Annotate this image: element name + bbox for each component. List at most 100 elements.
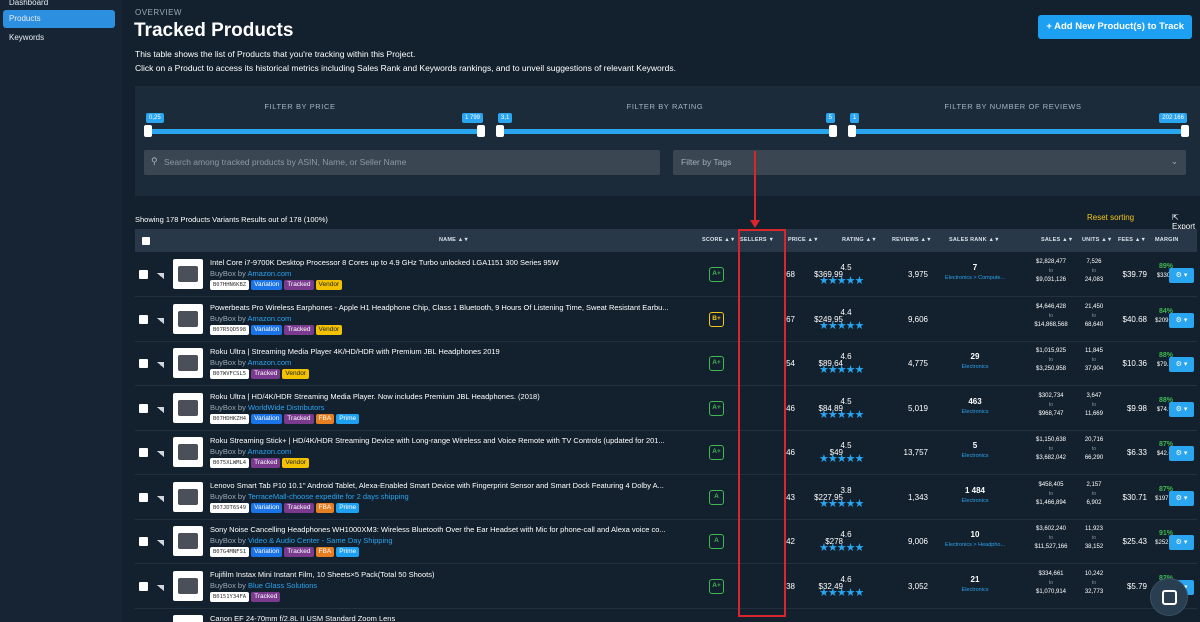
product-name[interactable]: Powerbeats Pro Wireless Earphones - Appl…	[210, 303, 695, 312]
table-row[interactable]: Roku Ultra | Streaming Media Player 4K/H…	[135, 342, 1197, 386]
product-name[interactable]: Roku Streaming Stick+ | HD/4K/HDR Stream…	[210, 436, 695, 445]
table-row[interactable]: Fujifilm Instax Mini Instant Film, 10 Sh…	[135, 564, 1197, 609]
row-checkbox[interactable]	[139, 581, 148, 591]
row-checkbox[interactable]	[139, 403, 148, 413]
chat-button[interactable]	[1150, 578, 1188, 616]
rank-category[interactable]: Electronics > Headpho...	[935, 542, 1015, 548]
table-row[interactable]: Intel Core i7-9700K Desktop Processor 8 …	[135, 253, 1197, 297]
seller-link[interactable]: WorldWide Distributors	[248, 403, 325, 412]
price-max-handle[interactable]	[477, 125, 485, 137]
seller-link[interactable]: Amazon.com	[248, 447, 292, 456]
table-row[interactable]: Roku Ultra | HD/4K/HDR Streaming Media P…	[135, 386, 1197, 431]
sales-range: $2,828,477 to $9,031,126	[1030, 258, 1072, 285]
row-settings-button[interactable]: ⚙ ▾	[1169, 357, 1194, 372]
col-name[interactable]: NAME ▲▼	[439, 237, 469, 243]
table-row[interactable]: Powerbeats Pro Wireless Earphones - Appl…	[135, 297, 1197, 342]
product-name[interactable]: Fujifilm Instax Mini Instant Film, 10 Sh…	[210, 570, 695, 579]
product-name[interactable]: Canon EF 24-70mm f/2.8L II USM Standard …	[210, 614, 695, 622]
rank-category[interactable]: Electronics	[935, 453, 1015, 459]
badge-vendor: Vendor	[315, 324, 343, 335]
product-thumbnail[interactable]	[173, 615, 203, 622]
sales-high: $3,682,042	[1035, 455, 1067, 461]
rating-slider[interactable]: 3,1 5	[496, 113, 837, 137]
reviews-max-handle[interactable]	[1181, 125, 1189, 137]
row-checkbox[interactable]	[139, 270, 148, 279]
row-checkbox[interactable]	[139, 537, 148, 546]
product-thumbnail[interactable]	[173, 570, 203, 601]
product-thumbnail[interactable]	[173, 437, 203, 467]
row-settings-button[interactable]: ⚙ ▾	[1169, 490, 1194, 506]
table-row[interactable]: Sony Noise Cancelling Headphones WH1000X…	[135, 520, 1197, 564]
rank-category[interactable]: Electronics	[935, 409, 1015, 415]
rank-category[interactable]: Electronics	[935, 364, 1015, 370]
badge-list: B07HDHKZH4 Variation Tracked FBA Prime	[210, 413, 360, 424]
sales-to: to	[1048, 312, 1054, 319]
badge-vendor: Vendor	[282, 458, 309, 468]
col-price[interactable]: PRICE ▲▼	[788, 237, 819, 243]
rank-category[interactable]: Electronics	[935, 498, 1015, 504]
row-checkbox[interactable]	[139, 492, 148, 502]
reviews-slider[interactable]: 1 202 166	[848, 113, 1189, 137]
product-name[interactable]: Lenovo Smart Tab P10 10.1" Android Table…	[210, 481, 695, 490]
rank-value: 7	[972, 263, 978, 272]
seller-link[interactable]: Amazon.com	[248, 358, 292, 367]
col-sales[interactable]: SALES ▲▼	[1041, 237, 1073, 243]
product-name[interactable]: Roku Ultra | HD/4K/HDR Streaming Media P…	[210, 392, 695, 401]
row-checkbox[interactable]	[139, 314, 148, 324]
col-sales-rank-label: SALES RANK	[949, 237, 987, 243]
price-min-handle[interactable]	[144, 125, 152, 137]
reviews-min-handle[interactable]	[848, 125, 856, 137]
add-product-button[interactable]: + Add New Product(s) to Track	[1038, 15, 1192, 39]
row-settings-button[interactable]: ⚙ ▾	[1169, 535, 1194, 550]
rank-category[interactable]: Electronics > Compute...	[935, 275, 1015, 281]
product-name[interactable]: Sony Noise Cancelling Headphones WH1000X…	[210, 525, 695, 534]
product-thumbnail[interactable]	[173, 392, 203, 423]
table-row[interactable]: Lenovo Smart Tab P10 10.1" Android Table…	[135, 475, 1197, 520]
table-row[interactable]: Roku Streaming Stick+ | HD/4K/HDR Stream…	[135, 431, 1197, 475]
product-thumbnail[interactable]	[173, 348, 203, 378]
select-all-checkbox[interactable]	[142, 237, 150, 245]
seller-link[interactable]: Amazon.com	[248, 314, 292, 323]
col-sales-rank[interactable]: SALES RANK ▲▼	[949, 237, 1000, 243]
search-input[interactable]: ⚲ Search among tracked products by ASIN,…	[144, 150, 660, 175]
col-fees[interactable]: FEES ▲▼	[1118, 237, 1146, 243]
seller-link[interactable]: TerraceMall-choose expedite for 2 days s…	[248, 492, 409, 501]
buybox-seller: BuyBox by Amazon.com	[210, 447, 291, 456]
sales-high: $14,868,568	[1034, 321, 1068, 328]
sales-range: $458,405 to $1,466,894	[1030, 481, 1072, 508]
col-units[interactable]: UNITS ▲▼	[1082, 237, 1113, 243]
row-settings-button[interactable]: ⚙ ▾	[1169, 312, 1194, 328]
row-settings-button[interactable]: ⚙ ▾	[1169, 446, 1194, 461]
buybox-label: BuyBox by	[210, 580, 246, 590]
seller-link[interactable]: Amazon.com	[248, 269, 292, 278]
rank-category[interactable]: Electronics	[935, 587, 1015, 593]
seller-link[interactable]: Blue Glass Solutions	[248, 581, 317, 590]
seller-link[interactable]: Video & Audio Center - Same Day Shipping	[248, 536, 393, 545]
col-margin[interactable]: MARGIN	[1155, 237, 1179, 243]
rating-min-handle[interactable]	[496, 125, 504, 137]
row-checkbox[interactable]	[139, 448, 148, 457]
col-rating[interactable]: RATING ▲▼	[842, 237, 877, 243]
tags-select[interactable]: Filter by Tags ⌄	[673, 150, 1186, 175]
row-checkbox[interactable]	[139, 359, 148, 368]
reset-sorting-link[interactable]: Reset sorting	[1087, 213, 1134, 222]
badge-variation: Variation	[251, 413, 283, 424]
reviews-value: 9,006	[907, 537, 928, 546]
row-settings-button[interactable]: ⚙ ▾	[1169, 268, 1194, 283]
product-thumbnail[interactable]	[173, 481, 203, 512]
product-thumbnail[interactable]	[173, 303, 203, 334]
product-thumbnail[interactable]	[173, 526, 203, 556]
sidebar-item-products[interactable]: Products	[3, 10, 115, 28]
row-settings-button[interactable]: ⚙ ▾	[1169, 401, 1194, 417]
badge-list: B07R5QD598 Variation Tracked Vendor	[210, 324, 343, 335]
sidebar-item-keywords[interactable]: Keywords	[3, 29, 115, 47]
product-name[interactable]: Intel Core i7-9700K Desktop Processor 8 …	[210, 258, 695, 267]
product-thumbnail[interactable]	[173, 259, 203, 289]
rating-max-handle[interactable]	[829, 125, 837, 137]
col-score[interactable]: SCORE ▲▼	[702, 237, 736, 243]
product-name[interactable]: Roku Ultra | Streaming Media Player 4K/H…	[210, 347, 695, 356]
col-reviews[interactable]: REVIEWS ▲▼	[892, 237, 932, 243]
table-row[interactable]: Canon EF 24-70mm f/2.8L II USM Standard …	[135, 609, 1197, 622]
badge-variation: Variation	[251, 502, 283, 513]
price-slider[interactable]: 0,25 1 799	[144, 113, 485, 137]
